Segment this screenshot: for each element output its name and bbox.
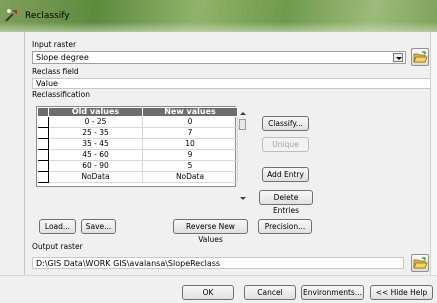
precision-button[interactable]: Precision... xyxy=(258,219,312,234)
ok-button[interactable]: OK xyxy=(182,285,234,300)
column-header-old-values[interactable]: Old values xyxy=(48,107,143,117)
chevron-down-icon[interactable] xyxy=(393,53,403,62)
reverse-new-values-button[interactable]: Reverse New Values xyxy=(173,219,248,244)
tool-panel: Input raster Slope degree Reclass field … xyxy=(24,32,437,275)
old-value-cell[interactable]: 45 - 60 xyxy=(48,149,143,161)
old-value-cell[interactable]: 60 - 90 xyxy=(48,160,143,172)
title-bar[interactable]: Reclassify xyxy=(0,0,437,32)
scroll-up-arrow-icon[interactable] xyxy=(240,112,246,115)
output-raster-browse-button[interactable] xyxy=(411,254,429,272)
column-header-new-values[interactable]: New values xyxy=(142,107,238,117)
row-selector[interactable] xyxy=(37,171,49,183)
new-value-cell[interactable]: 7 xyxy=(142,127,238,139)
reclassification-table[interactable]: Old values New values 0 - 25 0 25 - 35 7 xyxy=(36,106,238,187)
scroll-thumb[interactable] xyxy=(239,119,246,130)
environments-button[interactable]: Environments... xyxy=(301,285,364,300)
output-raster-value: D:\GIS Data\WORK GIS\avalansa\SlopeRecla… xyxy=(36,259,221,268)
window-title: Reclassify xyxy=(25,11,70,21)
reclass-field-label: Reclass field xyxy=(32,67,79,76)
row-selector[interactable] xyxy=(37,138,49,150)
table-row[interactable]: 25 - 35 7 xyxy=(37,127,238,139)
output-raster-input[interactable]: D:\GIS Data\WORK GIS\avalansa\SlopeRecla… xyxy=(32,257,404,269)
help-panel-edge xyxy=(430,32,437,275)
open-folder-icon xyxy=(413,257,428,269)
row-selector[interactable] xyxy=(37,127,49,139)
new-value-cell[interactable]: 5 xyxy=(142,160,238,172)
new-value-cell[interactable]: 9 xyxy=(142,149,238,161)
load-button[interactable]: Load... xyxy=(39,219,76,234)
table-row[interactable]: 60 - 90 5 xyxy=(37,160,238,172)
unique-button[interactable]: Unique xyxy=(262,137,309,152)
save-button[interactable]: Save... xyxy=(81,219,116,234)
reclassification-label: Reclassification xyxy=(32,90,91,99)
scroll-down-arrow-icon[interactable] xyxy=(240,197,246,200)
row-selector[interactable] xyxy=(37,160,49,172)
old-value-cell[interactable]: NoData xyxy=(48,171,143,183)
cancel-button[interactable]: Cancel xyxy=(244,285,296,300)
new-value-cell[interactable]: 10 xyxy=(142,138,238,150)
row-selector[interactable] xyxy=(37,116,49,128)
table-row[interactable]: 35 - 45 10 xyxy=(37,138,238,150)
delete-entries-button[interactable]: Delete Entries xyxy=(259,190,313,215)
footer-bar: OK Cancel Environments... << Hide Help xyxy=(0,276,437,303)
add-entry-button[interactable]: Add Entry xyxy=(262,167,309,182)
table-row[interactable]: 0 - 25 0 xyxy=(37,116,238,128)
new-value-cell[interactable]: NoData xyxy=(142,171,238,183)
hide-help-button[interactable]: << Hide Help xyxy=(370,285,433,300)
reclassify-app-icon xyxy=(5,9,17,22)
reclass-field-value: Value xyxy=(36,79,58,88)
table-scrollbar[interactable] xyxy=(238,106,248,206)
table-row[interactable]: 45 - 60 9 xyxy=(37,149,238,161)
input-raster-dropdown[interactable]: Slope degree xyxy=(32,51,406,64)
new-value-cell[interactable]: 0 xyxy=(142,116,238,128)
old-value-cell[interactable]: 0 - 25 xyxy=(48,116,143,128)
reclass-field-dropdown[interactable]: Value xyxy=(32,78,437,89)
classify-button[interactable]: Classify... xyxy=(262,116,309,131)
open-folder-icon xyxy=(413,51,428,63)
input-raster-value: Slope degree xyxy=(36,53,89,62)
row-header-corner xyxy=(37,107,49,117)
table-row[interactable]: NoData NoData xyxy=(37,171,238,183)
old-value-cell[interactable]: 25 - 35 xyxy=(48,127,143,139)
row-selector[interactable] xyxy=(37,149,49,161)
output-raster-label: Output raster xyxy=(32,242,83,251)
old-value-cell[interactable]: 35 - 45 xyxy=(48,138,143,150)
input-raster-label: Input raster xyxy=(32,40,77,49)
input-raster-browse-button[interactable] xyxy=(411,48,429,66)
